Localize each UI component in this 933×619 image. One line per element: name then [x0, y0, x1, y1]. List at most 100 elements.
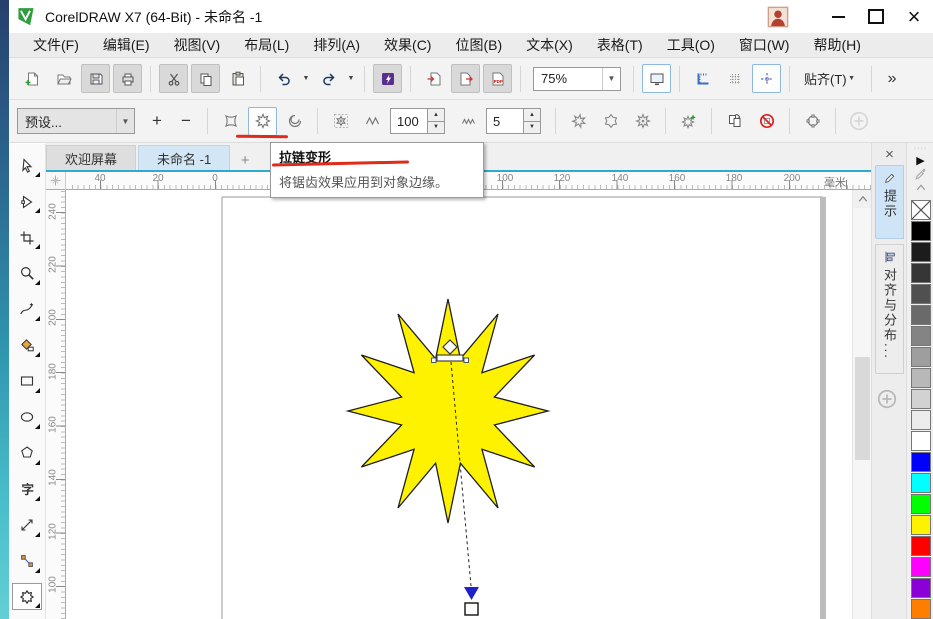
minimize-button[interactable] — [819, 3, 857, 31]
palette-swatch-4[interactable] — [911, 284, 931, 304]
vertical-scrollbar[interactable] — [852, 190, 872, 619]
polygon-tool-button[interactable] — [12, 439, 42, 466]
drawing-canvas[interactable] — [66, 190, 852, 619]
freehand-tool-button[interactable] — [12, 296, 42, 323]
palette-swatch-6[interactable] — [911, 326, 931, 346]
zipper-frequency-spinner[interactable]: 5▲▼ — [486, 108, 541, 134]
menu-item-help[interactable]: 帮助(H) — [801, 33, 872, 58]
random-distortion-button[interactable] — [564, 107, 593, 136]
centered-distortion-button[interactable] — [326, 107, 355, 136]
menu-item-arrange[interactable]: 排列(A) — [301, 33, 372, 58]
export-button[interactable] — [451, 64, 480, 93]
remove-preset-button[interactable]: − — [173, 111, 199, 131]
import-button[interactable] — [419, 64, 448, 93]
palette-swatch-3[interactable] — [911, 263, 931, 283]
undo-button[interactable] — [269, 64, 298, 93]
distortion-tool-button[interactable] — [12, 583, 42, 610]
palette-swatch-8[interactable] — [911, 368, 931, 388]
palette-swatch-12[interactable] — [911, 452, 931, 472]
document-tab-untitled-1[interactable]: 未命名 -1 — [138, 145, 230, 171]
snap-dropdown-arrow-icon[interactable]: ▼ — [847, 75, 857, 82]
copy-button[interactable] — [191, 64, 220, 93]
zoom-level-combobox[interactable]: 75%▼ — [533, 67, 621, 91]
spin-down-arrow-icon[interactable]: ▼ — [428, 122, 444, 134]
palette-swatch-11[interactable] — [911, 431, 931, 451]
connector-tool-button[interactable] — [12, 547, 42, 574]
dimension-tool-button[interactable] — [12, 511, 42, 538]
palette-swatch-13[interactable] — [911, 473, 931, 493]
maximize-button[interactable] — [857, 3, 895, 31]
distortion-node-right[interactable] — [464, 358, 469, 363]
palette-swatch-14[interactable] — [911, 494, 931, 514]
palette-swatch-18[interactable] — [911, 578, 931, 598]
redo-button[interactable] — [314, 64, 343, 93]
close-button[interactable]: × — [895, 3, 933, 31]
snap-to-menu-button[interactable]: 贴齐(T)▼ — [798, 66, 863, 92]
palette-swatch-2[interactable] — [911, 242, 931, 262]
palette-swatch-7[interactable] — [911, 347, 931, 367]
docker-tab-align-distribute[interactable]: 对齐与分布... — [875, 244, 904, 374]
copy-distortion-properties-button[interactable] — [720, 107, 749, 136]
full-screen-preview-button[interactable] — [642, 64, 671, 93]
add-preset-button[interactable]: + — [144, 111, 170, 131]
star-object[interactable] — [348, 299, 548, 523]
palette-swatch-1[interactable] — [911, 221, 931, 241]
color-eyedropper-button[interactable] — [914, 167, 928, 181]
chevron-down-icon[interactable]: ▼ — [116, 109, 134, 133]
cut-button[interactable] — [159, 64, 188, 93]
show-rulers-button[interactable] — [688, 64, 717, 93]
palette-swatch-15[interactable] — [911, 515, 931, 535]
scrollbar-thumb[interactable] — [855, 357, 870, 460]
push-pull-distortion-button[interactable] — [216, 107, 245, 136]
palette-swatch-19[interactable] — [911, 599, 931, 619]
smooth-distortion-button[interactable] — [596, 107, 625, 136]
palette-flyout-arrow-icon[interactable]: ▶ — [916, 154, 924, 167]
shape-tool-button[interactable] — [12, 188, 42, 215]
twister-distortion-button[interactable] — [280, 107, 309, 136]
crop-tool-button[interactable] — [12, 224, 42, 251]
distortion-node-left[interactable] — [432, 358, 437, 363]
application-launcher-button[interactable] — [373, 64, 402, 93]
show-guidelines-button[interactable] — [752, 64, 781, 93]
local-distortion-button[interactable] — [628, 107, 657, 136]
palette-swatch-none[interactable] — [911, 200, 931, 220]
clear-distortion-button[interactable] — [752, 107, 781, 136]
menu-item-tools[interactable]: 工具(O) — [655, 33, 727, 58]
ellipse-tool-button[interactable] — [12, 403, 42, 430]
palette-swatch-10[interactable] — [911, 410, 931, 430]
open-button[interactable] — [49, 64, 78, 93]
palette-swatch-5[interactable] — [911, 305, 931, 325]
scroll-up-button[interactable] — [853, 190, 872, 208]
spin-up-arrow-icon[interactable]: ▲ — [428, 109, 444, 122]
docker-close-button[interactable]: × — [872, 145, 907, 165]
docker-tab-hints[interactable]: 提示 — [875, 165, 904, 239]
distortion-end-handle[interactable] — [465, 603, 478, 615]
redo-dropdown-arrow-icon[interactable]: ▼ — [346, 75, 356, 82]
distortion-amplitude-handle[interactable] — [437, 355, 463, 361]
paste-button[interactable] — [223, 64, 252, 93]
vertical-ruler[interactable]: 240220200180160140120100 — [46, 190, 66, 619]
ruler-origin-button[interactable] — [46, 172, 66, 190]
add-docker-button[interactable] — [877, 389, 897, 412]
pick-tool-button[interactable] — [12, 152, 42, 179]
undo-dropdown-arrow-icon[interactable]: ▼ — [301, 75, 311, 82]
rectangle-tool-button[interactable] — [12, 368, 42, 395]
menu-item-file[interactable]: 文件(F) — [21, 33, 91, 58]
spin-down-arrow-icon[interactable]: ▼ — [524, 122, 540, 134]
menu-item-text[interactable]: 文本(X) — [514, 33, 585, 58]
spin-up-arrow-icon[interactable]: ▲ — [524, 109, 540, 122]
toolbar-overflow-button[interactable]: » — [888, 70, 897, 88]
palette-grip[interactable]: ···· — [914, 146, 927, 151]
menu-item-edit[interactable]: 编辑(E) — [91, 33, 162, 58]
save-button[interactable] — [81, 64, 110, 93]
zipper-amplitude-spinner[interactable]: 100▲▼ — [390, 108, 445, 134]
zoom-tool-button[interactable] — [12, 260, 42, 287]
publish-pdf-button[interactable]: PDF — [483, 64, 512, 93]
palette-swatch-17[interactable] — [911, 557, 931, 577]
palette-swatch-9[interactable] — [911, 389, 931, 409]
new-document-button[interactable] — [17, 64, 46, 93]
zipper-distortion-button[interactable] — [248, 107, 277, 136]
account-sign-in-icon[interactable] — [767, 5, 789, 29]
palette-scroll-up-button[interactable] — [915, 181, 927, 193]
smart-fill-tool-button[interactable] — [12, 332, 42, 359]
